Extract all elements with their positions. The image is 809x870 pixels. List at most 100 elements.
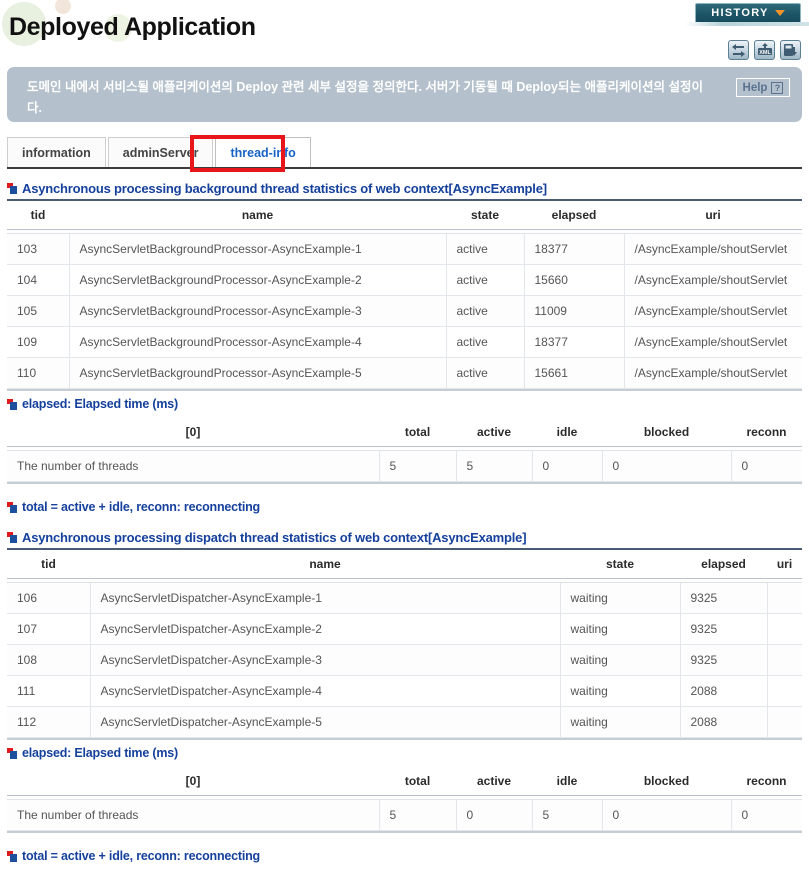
cell-uri: /AsyncExample/shoutServlet bbox=[623, 264, 802, 296]
section-bullet-icon bbox=[7, 501, 17, 513]
cell-name: AsyncServletDispatcher-AsyncExample-5 bbox=[89, 706, 560, 738]
cell-tid: 104 bbox=[7, 264, 69, 296]
cell-tid: 112 bbox=[7, 706, 90, 738]
column-idle: idle bbox=[532, 767, 602, 796]
page-title: Deployed Application bbox=[9, 13, 256, 41]
dispatch-thread-table: tid name state elapsed uri 106 AsyncServ… bbox=[7, 550, 802, 738]
table-row[interactable]: 108 AsyncServletDispatcher-AsyncExample-… bbox=[7, 644, 802, 676]
cell-total: 5 bbox=[378, 450, 456, 482]
cell-uri: /AsyncExample/shoutServlet bbox=[623, 295, 802, 327]
table-row[interactable]: 105 AsyncServletBackgroundProcessor-Asyn… bbox=[7, 295, 802, 327]
background-elapsed-note-block: elapsed: Elapsed time (ms) bbox=[7, 397, 802, 414]
table-row[interactable]: 106 AsyncServletDispatcher-AsyncExample-… bbox=[7, 582, 802, 614]
cell-elapsed: 15661 bbox=[523, 357, 624, 389]
table-row[interactable]: 107 AsyncServletDispatcher-AsyncExample-… bbox=[7, 613, 802, 645]
cell-elapsed: 9325 bbox=[679, 613, 767, 645]
cell-elapsed: 15660 bbox=[523, 264, 624, 296]
cell-name: AsyncServletDispatcher-AsyncExample-3 bbox=[89, 644, 560, 676]
column-elapsed: elapsed bbox=[680, 550, 767, 579]
cell-uri bbox=[766, 613, 802, 645]
cell-elapsed: 18377 bbox=[523, 326, 624, 358]
cell-state: active bbox=[445, 233, 524, 265]
tab-bar: information adminServer thread-info bbox=[7, 137, 802, 169]
section-bullet-icon bbox=[7, 532, 17, 543]
description-bar: 도메인 내에서 서비스될 애플리케이션의 Deploy 관련 세부 설정을 정의… bbox=[7, 67, 802, 122]
tab-adminserver[interactable]: adminServer bbox=[107, 137, 214, 167]
cell-elapsed: 2088 bbox=[679, 675, 767, 707]
column-tid: tid bbox=[7, 201, 69, 230]
cell-name: AsyncServletDispatcher-AsyncExample-1 bbox=[89, 582, 560, 614]
summary-header-row: [0] total active idle blocked reconn bbox=[7, 418, 802, 447]
table-row[interactable]: 112 AsyncServletDispatcher-AsyncExample-… bbox=[7, 706, 802, 738]
column-blocked: blocked bbox=[602, 418, 731, 447]
section-bullet-icon bbox=[7, 183, 17, 194]
summary-header-row: [0] total active idle blocked reconn bbox=[7, 767, 802, 796]
svg-text:XML: XML bbox=[759, 50, 771, 56]
column-active: active bbox=[456, 767, 532, 796]
cell-elapsed: 18377 bbox=[523, 233, 624, 265]
xml-export-icon[interactable]: XML bbox=[754, 40, 775, 60]
table-bottom-rule bbox=[7, 738, 802, 740]
cell-uri: /AsyncExample/shoutServlet bbox=[623, 357, 802, 389]
table-row[interactable]: 104 AsyncServletBackgroundProcessor-Asyn… bbox=[7, 264, 802, 296]
column-index: [0] bbox=[7, 767, 379, 796]
cell-elapsed: 2088 bbox=[679, 706, 767, 738]
table-row[interactable]: 111 AsyncServletDispatcher-AsyncExample-… bbox=[7, 675, 802, 707]
cell-tid: 105 bbox=[7, 295, 69, 327]
background-thread-section: Asynchronous processing background threa… bbox=[7, 181, 802, 391]
cell-tid: 108 bbox=[7, 644, 90, 676]
column-total: total bbox=[379, 767, 456, 796]
cell-idle: 5 bbox=[531, 799, 602, 831]
dispatch-elapsed-note: elapsed: Elapsed time (ms) bbox=[7, 746, 802, 763]
column-elapsed: elapsed bbox=[524, 201, 624, 230]
cell-uri bbox=[766, 644, 802, 676]
column-reconn: reconn bbox=[731, 767, 802, 796]
table-bottom-rule bbox=[7, 389, 802, 391]
column-active: active bbox=[456, 418, 532, 447]
cell-active: 5 bbox=[455, 450, 532, 482]
tab-information[interactable]: information bbox=[7, 137, 106, 167]
column-state: state bbox=[560, 550, 680, 579]
background-summary-body: The number of threads 5 5 0 0 0 bbox=[7, 450, 802, 482]
decorative-circle bbox=[55, 0, 71, 14]
cell-state: active bbox=[445, 264, 524, 296]
toolbar: XML bbox=[728, 40, 801, 60]
cell-name: AsyncServletBackgroundProcessor-AsyncExa… bbox=[68, 295, 446, 327]
cell-blocked: 0 bbox=[601, 799, 731, 831]
background-summary-section: [0] total active idle blocked reconn The… bbox=[7, 418, 802, 484]
column-state: state bbox=[446, 201, 524, 230]
tab-thread-info[interactable]: thread-info bbox=[215, 137, 311, 167]
section-bullet-icon bbox=[7, 850, 17, 862]
cell-elapsed: 9325 bbox=[679, 582, 767, 614]
cell-name: AsyncServletBackgroundProcessor-AsyncExa… bbox=[68, 264, 446, 296]
dispatch-thread-section: Asynchronous processing dispatch thread … bbox=[7, 530, 802, 740]
column-uri: uri bbox=[767, 550, 802, 579]
cell-total: 5 bbox=[378, 799, 456, 831]
table-row[interactable]: 103 AsyncServletBackgroundProcessor-Asyn… bbox=[7, 233, 802, 265]
column-idle: idle bbox=[532, 418, 602, 447]
table-row[interactable]: 109 AsyncServletBackgroundProcessor-Asyn… bbox=[7, 326, 802, 358]
background-legend: total = active + idle, reconn: reconnect… bbox=[7, 500, 802, 517]
dispatch-summary-body: The number of threads 5 0 5 0 0 bbox=[7, 799, 802, 831]
cell-state: waiting bbox=[559, 706, 680, 738]
column-blocked: blocked bbox=[602, 767, 731, 796]
cell-uri bbox=[766, 706, 802, 738]
column-total: total bbox=[379, 418, 456, 447]
cell-name: AsyncServletDispatcher-AsyncExample-2 bbox=[89, 613, 560, 645]
cell-uri: /AsyncExample/shoutServlet bbox=[623, 233, 802, 265]
refresh-icon[interactable] bbox=[728, 40, 749, 60]
table-row[interactable]: 110 AsyncServletBackgroundProcessor-Asyn… bbox=[7, 357, 802, 389]
dispatch-summary-table: [0] total active idle blocked reconn The… bbox=[7, 767, 802, 831]
cell-active: 0 bbox=[455, 799, 532, 831]
help-button[interactable]: Help ? bbox=[736, 78, 790, 97]
cell-name: AsyncServletDispatcher-AsyncExample-4 bbox=[89, 675, 560, 707]
cell-label: The number of threads bbox=[7, 799, 379, 831]
cell-uri bbox=[766, 675, 802, 707]
save-export-icon[interactable] bbox=[780, 40, 801, 60]
cell-label: The number of threads bbox=[7, 450, 379, 482]
dispatch-table-body: 106 AsyncServletDispatcher-AsyncExample-… bbox=[7, 582, 802, 738]
table-row[interactable]: The number of threads 5 0 5 0 0 bbox=[7, 799, 802, 831]
dispatch-section-heading: Asynchronous processing dispatch thread … bbox=[7, 530, 802, 550]
cell-elapsed: 11009 bbox=[523, 295, 624, 327]
table-row[interactable]: The number of threads 5 5 0 0 0 bbox=[7, 450, 802, 482]
